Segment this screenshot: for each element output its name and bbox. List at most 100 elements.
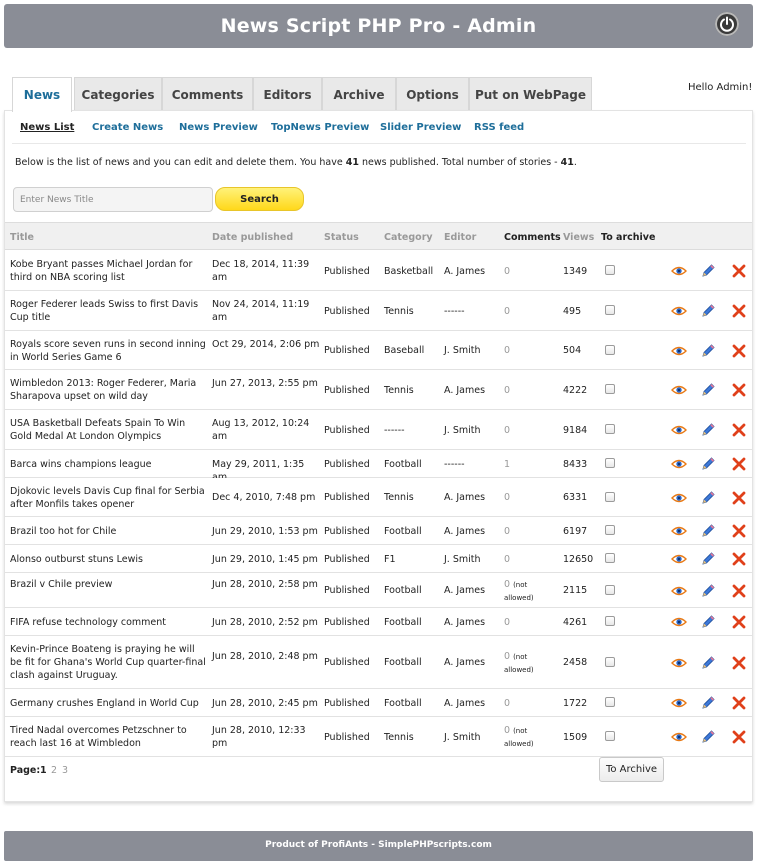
subnav-create-news[interactable]: Create News (92, 122, 163, 133)
tab-put-on-webpage[interactable]: Put on WebPage (469, 77, 592, 111)
comments-number: 0 (504, 492, 511, 503)
pencil-icon[interactable] (700, 583, 716, 597)
archive-checkbox[interactable] (605, 657, 615, 667)
pencil-icon[interactable] (700, 382, 716, 396)
delete-x-icon[interactable] (732, 304, 748, 318)
tab-options[interactable]: Options (396, 77, 469, 111)
tab-categories[interactable]: Categories (74, 77, 162, 111)
eye-icon[interactable] (671, 344, 687, 358)
eye-icon[interactable] (671, 383, 687, 397)
eye-icon[interactable] (671, 423, 687, 437)
delete-x-icon[interactable] (732, 524, 748, 538)
col-views[interactable]: Views (563, 232, 594, 243)
editor-value: ------ (444, 459, 465, 470)
col-category[interactable]: Category (384, 232, 433, 243)
subnav-topnews-preview[interactable]: TopNews Preview (271, 122, 369, 133)
pencil-icon[interactable] (700, 263, 716, 277)
delete-x-icon[interactable] (732, 423, 748, 437)
delete-x-icon[interactable] (732, 584, 748, 598)
col-date[interactable]: Date published (212, 232, 293, 243)
tab-news[interactable]: News (12, 77, 72, 112)
page-link-1[interactable]: 1 (40, 765, 47, 776)
news-title[interactable]: Roger Federer leads Swiss to first Davis… (10, 298, 206, 324)
news-title[interactable]: Kevin-Prince Boateng is praying he will … (10, 643, 206, 682)
eye-icon[interactable] (671, 696, 687, 710)
power-icon[interactable] (715, 12, 739, 36)
col-status[interactable]: Status (324, 232, 359, 243)
news-title[interactable]: Germany crushes England in World Cup (10, 697, 206, 710)
archive-checkbox[interactable] (605, 616, 615, 626)
comments-count: 0 (504, 384, 510, 397)
news-title[interactable]: FIFA refuse technology comment (10, 616, 206, 629)
pencil-icon[interactable] (700, 729, 716, 743)
eye-icon[interactable] (671, 656, 687, 670)
page-link-3[interactable]: 3 (62, 765, 68, 776)
col-title[interactable]: Title (10, 232, 34, 243)
archive-checkbox[interactable] (605, 492, 615, 502)
subnav-news-preview[interactable]: News Preview (179, 122, 258, 133)
archive-checkbox[interactable] (605, 424, 615, 434)
pencil-icon[interactable] (700, 343, 716, 357)
delete-x-icon[interactable] (732, 656, 748, 670)
pencil-icon[interactable] (700, 695, 716, 709)
subnav-news-list[interactable]: News List (20, 122, 74, 133)
eye-icon[interactable] (671, 491, 687, 505)
pencil-icon[interactable] (700, 303, 716, 317)
pencil-icon[interactable] (700, 422, 716, 436)
delete-x-icon[interactable] (732, 457, 748, 471)
to-archive-button[interactable]: To Archive (599, 757, 664, 782)
pencil-icon[interactable] (700, 614, 716, 628)
eye-icon[interactable] (671, 304, 687, 318)
delete-x-icon[interactable] (732, 491, 748, 505)
archive-checkbox[interactable] (605, 345, 615, 355)
news-title[interactable]: Royals score seven runs in second inning… (10, 338, 206, 364)
archive-checkbox[interactable] (605, 458, 615, 468)
eye-icon[interactable] (671, 615, 687, 629)
archive-checkbox[interactable] (605, 731, 615, 741)
eye-icon[interactable] (671, 457, 687, 471)
tab-editors[interactable]: Editors (253, 77, 322, 111)
archive-checkbox[interactable] (605, 384, 615, 394)
delete-x-icon[interactable] (732, 730, 748, 744)
subnav-slider-preview[interactable]: Slider Preview (380, 122, 461, 133)
news-title[interactable]: Barca wins champions league (10, 458, 206, 471)
search-button[interactable]: Search (215, 187, 304, 211)
eye-icon[interactable] (671, 552, 687, 566)
archive-checkbox[interactable] (605, 265, 615, 275)
eye-icon[interactable] (671, 264, 687, 278)
subnav-rss-feed[interactable]: RSS feed (474, 122, 524, 133)
news-title[interactable]: Kobe Bryant passes Michael Jordan for th… (10, 258, 206, 284)
news-title[interactable]: Brazil too hot for Chile (10, 525, 206, 538)
delete-x-icon[interactable] (732, 344, 748, 358)
pencil-icon[interactable] (700, 523, 716, 537)
pencil-icon[interactable] (700, 655, 716, 669)
news-title[interactable]: USA Basketball Defeats Spain To Win Gold… (10, 417, 206, 443)
pencil-icon[interactable] (700, 490, 716, 504)
col-editor[interactable]: Editor (444, 232, 476, 243)
eye-icon[interactable] (671, 730, 687, 744)
page-link-2[interactable]: 2 (51, 765, 57, 776)
delete-x-icon[interactable] (732, 615, 748, 629)
delete-x-icon[interactable] (732, 552, 748, 566)
pencil-icon[interactable] (700, 551, 716, 565)
pencil-icon[interactable] (700, 456, 716, 470)
news-title[interactable]: Tired Nadal overcomes Petzschner to reac… (10, 724, 206, 750)
news-title[interactable]: Djokovic levels Davis Cup final for Serb… (10, 485, 206, 511)
archive-checkbox[interactable] (605, 697, 615, 707)
archive-checkbox[interactable] (605, 525, 615, 535)
news-count: 41 (345, 157, 359, 168)
archive-checkbox[interactable] (605, 553, 615, 563)
eye-icon[interactable] (671, 524, 687, 538)
archive-checkbox[interactable] (605, 305, 615, 315)
delete-x-icon[interactable] (732, 383, 748, 397)
search-input[interactable] (13, 187, 213, 212)
news-title[interactable]: Brazil v Chile preview (10, 578, 206, 591)
delete-x-icon[interactable] (732, 696, 748, 710)
tab-archive[interactable]: Archive (322, 77, 396, 111)
delete-x-icon[interactable] (732, 264, 748, 278)
archive-checkbox[interactable] (605, 585, 615, 595)
news-title[interactable]: Wimbledon 2013: Roger Federer, Maria Sha… (10, 377, 206, 403)
tab-comments[interactable]: Comments (162, 77, 253, 111)
news-title[interactable]: Alonso outburst stuns Lewis (10, 553, 206, 566)
eye-icon[interactable] (671, 584, 687, 598)
